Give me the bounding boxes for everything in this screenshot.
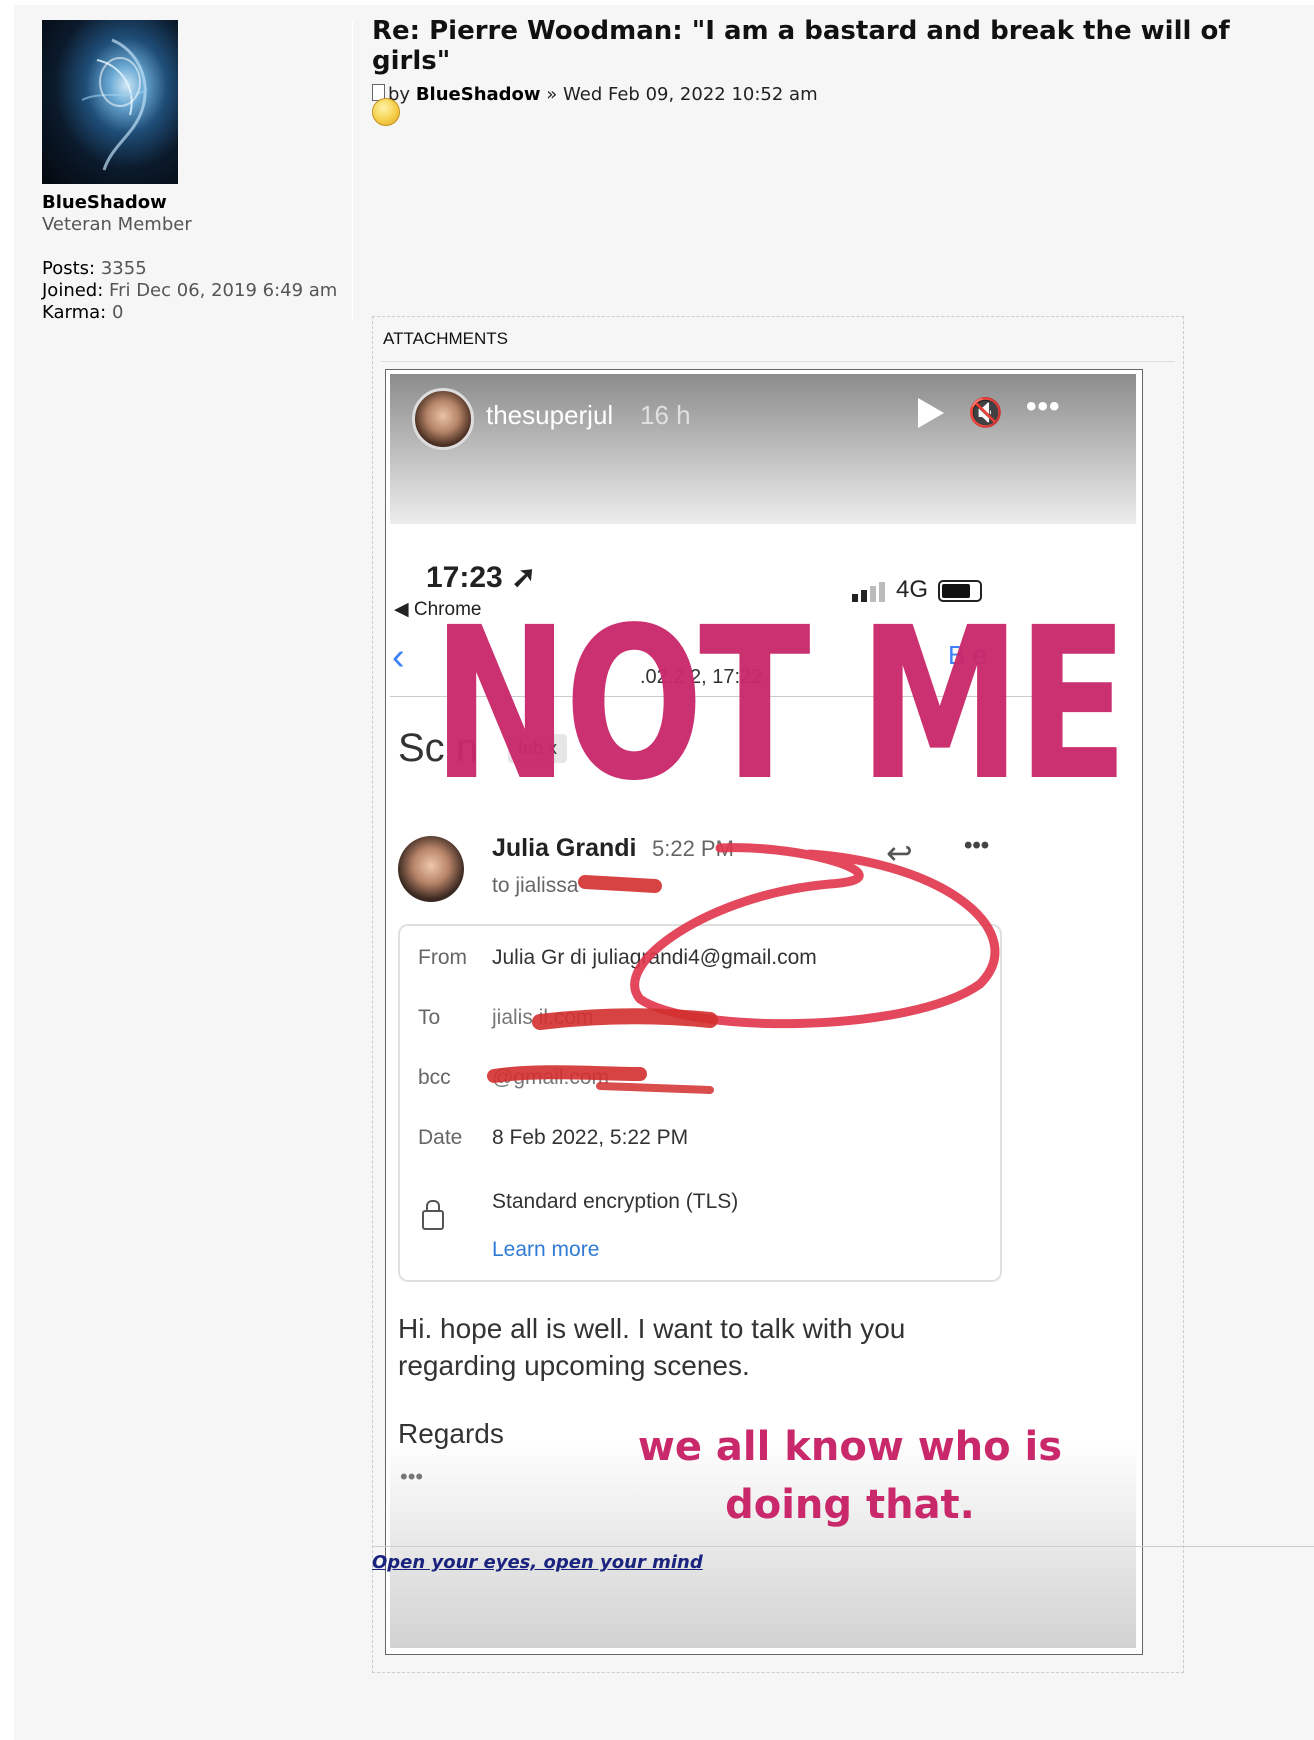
post-body: Re: Pierre Woodman: "I am a bastard and …	[372, 16, 1252, 126]
attachment-image[interactable]: thesuperjul 16 h 🔇 ••• 17:23 ➚ ◀ Chrome …	[385, 369, 1143, 1655]
joined-date: Fri Dec 06, 2019 6:49 am	[109, 280, 338, 301]
karma-value: 0	[111, 302, 124, 323]
post-title[interactable]: Re: Pierre Woodman: "I am a bastard and …	[372, 16, 1252, 76]
karma-label: Karma:	[42, 302, 107, 323]
posts-label: Posts:	[42, 258, 96, 279]
attachments-box: ATTACHMENTS thesuperjul 16 h 🔇 ••• 17:23…	[372, 316, 1184, 1673]
smiley-icon	[372, 98, 400, 126]
post-date: Wed Feb 09, 2022 10:52 am	[563, 84, 818, 105]
posts-count[interactable]: 3355	[101, 258, 147, 279]
avatar[interactable]	[42, 20, 178, 184]
signature-divider	[372, 1546, 1314, 1547]
joined-label: Joined:	[42, 280, 104, 301]
post-author[interactable]: BlueShadow	[416, 84, 541, 105]
username[interactable]: BlueShadow	[42, 192, 167, 213]
divider	[381, 361, 1175, 362]
signature-link[interactable]: Open your eyes, open your mind	[372, 1552, 703, 1573]
date-separator: »	[546, 84, 558, 105]
post-meta: by BlueShadow » Wed Feb 09, 2022 10:52 a…	[372, 84, 1252, 105]
user-profile: BlueShadow Veteran Member Posts: 3355 Jo…	[42, 20, 353, 323]
story-screenshot: thesuperjul 16 h 🔇 ••• 17:23 ➚ ◀ Chrome …	[390, 374, 1136, 1648]
user-stats: Posts: 3355 Joined: Fri Dec 06, 2019 6:4…	[42, 258, 337, 324]
attachments-label: ATTACHMENTS	[383, 329, 508, 348]
story-caption: we all know who is doing that.	[637, 1424, 1063, 1528]
user-rank: Veteran Member	[42, 214, 192, 235]
